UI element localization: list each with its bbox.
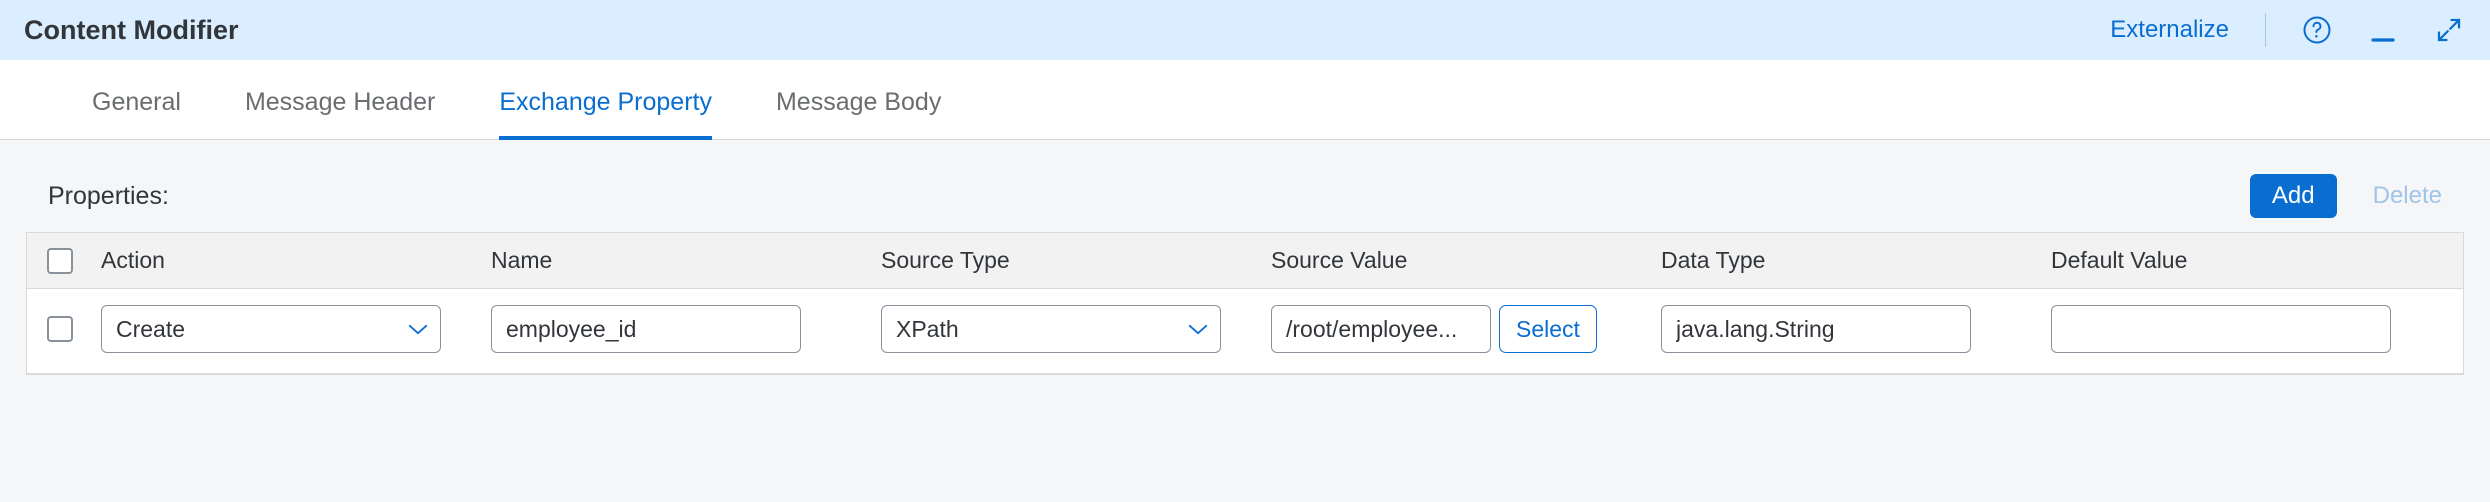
col-header-default-value: Default Value	[2051, 247, 2449, 274]
minimize-icon[interactable]	[2368, 15, 2398, 45]
tabs-bar: General Message Header Exchange Property…	[0, 60, 2490, 140]
data-type-input[interactable]	[1661, 305, 1971, 353]
panel-header: Content Modifier Externalize	[0, 0, 2490, 60]
tab-message-header[interactable]: Message Header	[245, 60, 435, 139]
properties-section: Properties: Add Delete Action Name Sourc…	[0, 140, 2490, 375]
panel-title: Content Modifier	[24, 15, 238, 46]
source-value-input[interactable]	[1271, 305, 1491, 353]
col-header-data-type: Data Type	[1661, 247, 2051, 274]
externalize-link[interactable]: Externalize	[2110, 16, 2229, 44]
source-type-select-value: XPath	[896, 316, 959, 343]
col-header-name: Name	[491, 247, 881, 274]
help-icon[interactable]	[2302, 15, 2332, 45]
tab-general[interactable]: General	[92, 60, 181, 139]
select-all-checkbox[interactable]	[47, 248, 73, 274]
tab-message-body[interactable]: Message Body	[776, 60, 941, 139]
col-header-source-type: Source Type	[881, 247, 1271, 274]
table-header-row: Action Name Source Type Source Value Dat…	[27, 233, 2463, 289]
header-divider	[2265, 13, 2266, 47]
table-row: Create XPath	[27, 289, 2463, 374]
source-type-select[interactable]: XPath	[881, 305, 1221, 353]
col-header-action: Action	[101, 247, 491, 274]
default-value-input[interactable]	[2051, 305, 2391, 353]
properties-table: Action Name Source Type Source Value Dat…	[26, 232, 2464, 375]
action-select[interactable]: Create	[101, 305, 441, 353]
col-header-source-value: Source Value	[1271, 247, 1661, 274]
header-actions: Externalize	[2110, 13, 2464, 47]
tab-exchange-property[interactable]: Exchange Property	[499, 60, 712, 139]
delete-button[interactable]: Delete	[2373, 182, 2442, 210]
properties-buttons: Add Delete	[2250, 174, 2442, 218]
properties-header: Properties: Add Delete	[26, 174, 2464, 232]
select-button[interactable]: Select	[1499, 305, 1597, 353]
name-input[interactable]	[491, 305, 801, 353]
expand-icon[interactable]	[2434, 15, 2464, 45]
row-checkbox[interactable]	[47, 316, 73, 342]
section-title: Properties:	[48, 182, 169, 211]
action-select-value: Create	[116, 316, 185, 343]
add-button[interactable]: Add	[2250, 174, 2337, 218]
